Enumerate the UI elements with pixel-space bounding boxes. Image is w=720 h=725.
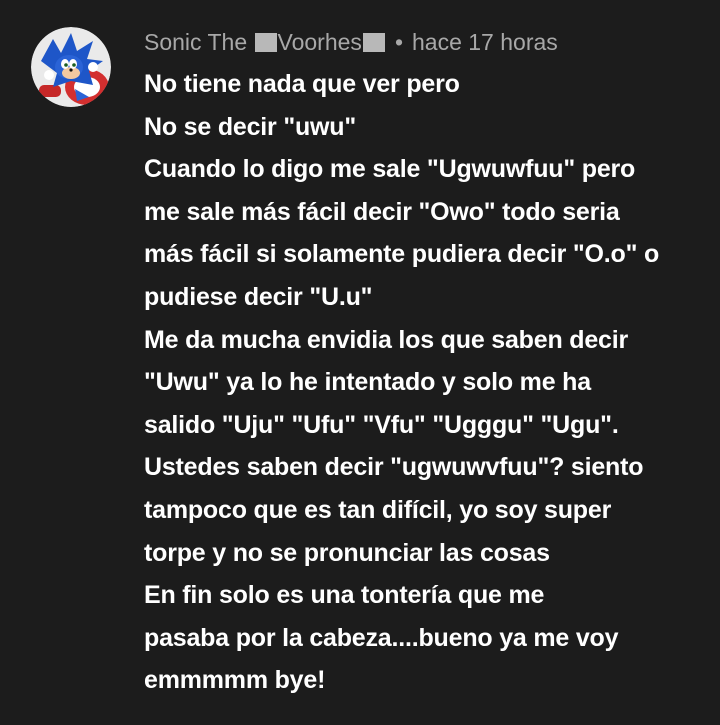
comment-line: emmmmm bye!: [144, 666, 326, 695]
redaction-box: [254, 32, 277, 52]
comment-line: pudiese decir "U.u": [144, 282, 373, 311]
comment-line: pasaba por la cabeza....bueno ya me voy: [144, 623, 619, 652]
comment-body: No tiene nada que ver pero No se decir "…: [144, 63, 704, 702]
separator-dot: •: [394, 28, 403, 55]
timestamp[interactable]: hace 17 horas: [412, 29, 558, 56]
comment-line: "Uwu" ya lo he intentado y solo me ha: [144, 368, 591, 397]
comment-line: Me da mucha envidia los que saben decir: [144, 325, 629, 354]
author-name-prefix: Sonic The: [144, 28, 254, 55]
comment-line: más fácil si solamente pudiera decir "O.…: [144, 240, 660, 269]
comment-line: Ustedes saben decir "ugwuwvfuu"? siento: [144, 453, 644, 482]
comment-line: Cuando lo digo me sale "Ugwuwfuu" pero: [144, 155, 636, 184]
redaction-box: [362, 32, 385, 52]
comment-line: No tiene nada que ver pero: [144, 70, 460, 98]
author-name[interactable]: Sonic The Voorhes: [144, 29, 386, 56]
avatar[interactable]: [31, 27, 111, 107]
comment-line: torpe y no se pronunciar las cosas: [144, 538, 550, 567]
comment-line: No se decir "uwu": [144, 112, 357, 141]
sonic-avatar-icon: [31, 27, 111, 107]
comment: Sonic The Voorhes • hace 17 horas No tie…: [0, 0, 720, 725]
comment-line: tampoco que es tan difícil, yo soy super: [144, 495, 612, 524]
author-name-middle: Voorhes: [277, 28, 362, 55]
comment-line: salido "Uju" "Ufu" "Vfu" "Ugggu" "Ugu".: [144, 410, 619, 439]
comment-header: Sonic The Voorhes • hace 17 horas: [144, 27, 558, 57]
comment-line: me sale más fácil decir "Owo" todo seria: [144, 197, 620, 226]
comment-line: En fin solo es una tontería que me: [144, 581, 545, 610]
